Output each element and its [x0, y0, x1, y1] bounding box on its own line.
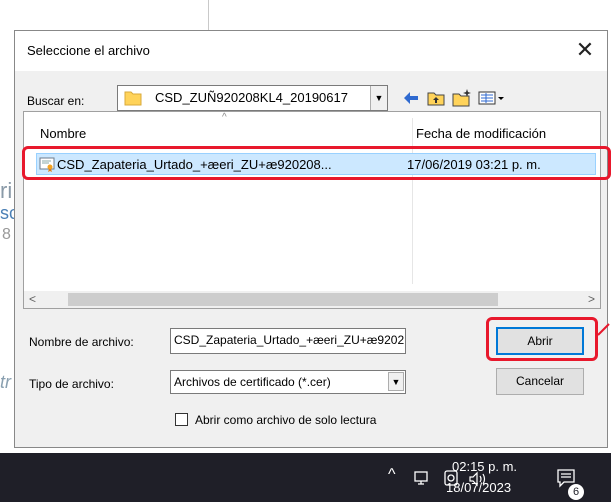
clock-time[interactable]: 02:15 p. m. — [452, 459, 517, 474]
background-window-divider — [208, 0, 209, 30]
column-separator — [412, 118, 413, 284]
file-list[interactable]: ^ Nombre Fecha de modificación CSD_Zapat… — [23, 111, 601, 309]
taskbar: ^ 02:15 p. m. 18/07/2023 6 — [0, 453, 611, 502]
scroll-thumb[interactable] — [68, 293, 498, 306]
readonly-checkbox[interactable] — [175, 413, 188, 426]
chevron-down-icon[interactable]: ▼ — [370, 86, 387, 110]
background-text-fragment: 8 — [2, 226, 11, 243]
dialog-title: Seleccione el archivo — [27, 43, 150, 58]
background-text-fragment: tr — [0, 372, 11, 392]
file-row[interactable]: CSD_Zapateria_Urtado_+æeri_ZU+æ920208...… — [36, 153, 596, 175]
scroll-right-icon[interactable]: > — [583, 291, 600, 308]
scroll-left-icon[interactable]: < — [24, 291, 41, 308]
cancel-button[interactable]: Cancelar — [496, 368, 584, 395]
back-icon[interactable] — [401, 88, 421, 108]
file-open-dialog: Seleccione el archivo ✕ Buscar en: CSD_Z… — [14, 30, 608, 448]
folder-icon — [124, 91, 142, 106]
column-header-name[interactable]: Nombre — [40, 126, 86, 141]
file-type-select[interactable]: Archivos de certificado (*.cer) ▼ — [170, 370, 406, 394]
file-name: CSD_Zapateria_Urtado_+æeri_ZU+æ920208... — [57, 157, 332, 172]
file-type-label: Tipo de archivo: — [29, 377, 114, 391]
column-header-date[interactable]: Fecha de modificación — [416, 126, 546, 141]
dialog-titlebar[interactable]: Seleccione el archivo ✕ — [15, 31, 607, 71]
annotation-pointer — [597, 323, 610, 336]
chevron-down-icon[interactable]: ▼ — [388, 372, 404, 391]
readonly-checkbox-label[interactable]: Abrir como archivo de solo lectura — [195, 413, 376, 427]
certificate-file-icon — [39, 157, 55, 172]
close-button[interactable]: ✕ — [573, 37, 597, 63]
file-modified-date: 17/06/2019 03:21 p. m. — [407, 157, 541, 172]
up-folder-icon[interactable] — [426, 88, 446, 108]
look-in-label: Buscar en: — [27, 94, 85, 108]
file-name-input[interactable]: CSD_Zapateria_Urtado_+æeri_ZU+æ9202 — [170, 328, 406, 354]
network-icon[interactable] — [414, 471, 432, 487]
notification-count-badge: 6 — [568, 484, 584, 500]
horizontal-scrollbar[interactable]: < > — [24, 291, 600, 308]
new-folder-icon[interactable] — [451, 88, 473, 108]
chevron-up-icon[interactable]: ^ — [388, 466, 396, 484]
background-text-fragment: ri — [0, 178, 13, 203]
look-in-combo[interactable]: CSD_ZUÑ920208KL4_20190617 ▼ — [117, 85, 388, 111]
file-type-value: Archivos de certificado (*.cer) — [174, 375, 331, 389]
view-menu-icon[interactable] — [477, 88, 507, 108]
open-button[interactable]: Abrir — [496, 327, 584, 355]
file-name-label: Nombre de archivo: — [29, 335, 134, 349]
clock-date[interactable]: 18/07/2023 — [446, 480, 511, 495]
sort-ascending-icon: ^ — [222, 112, 227, 123]
look-in-value: CSD_ZUÑ920208KL4_20190617 — [155, 90, 348, 105]
